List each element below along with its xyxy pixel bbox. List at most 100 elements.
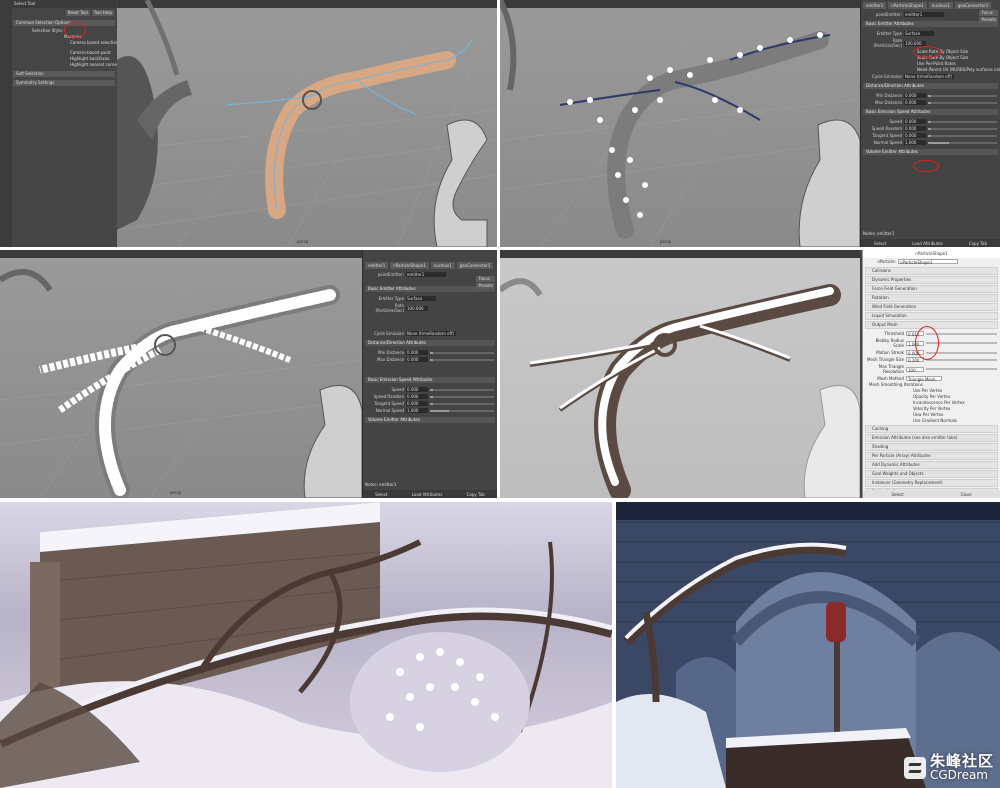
tab-nucleus1[interactable]: nucleus1 <box>928 2 953 9</box>
max-distance-slider[interactable] <box>430 358 494 361</box>
emitter-type-dropdown[interactable]: Surface <box>406 296 436 301</box>
tab-emitter1[interactable]: emitter1 <box>863 2 887 9</box>
focus-button[interactable]: Focus <box>476 276 495 282</box>
point-emitter-field[interactable]: emitter1 <box>406 272 446 277</box>
node-field[interactable]: nParticleShape1 <box>898 259 958 265</box>
normal-speed-field[interactable]: 1.000 <box>904 140 926 145</box>
nparticle-attribute-window: nParticleShape1 nParticle: nParticleShap… <box>862 250 1000 498</box>
section-volume-emitter[interactable]: Volume Emitter Attributes <box>365 417 495 423</box>
tab-nparticleshape1[interactable]: nParticleShape1 <box>390 262 429 269</box>
presets-button[interactable]: Presets <box>979 17 998 23</box>
cycle-emission-dropdown[interactable]: None (timeRandom off) <box>406 331 456 336</box>
section-item[interactable]: Add Dynamic Attributes <box>865 461 998 469</box>
min-distance-slider[interactable] <box>928 94 997 97</box>
speed-random-field[interactable]: 0.000 <box>904 126 926 131</box>
section-volume-emitter[interactable]: Volume Emitter Attributes <box>863 149 998 155</box>
normal-speed-slider[interactable] <box>430 409 494 412</box>
point-emitter-field[interactable]: emitter1 <box>904 12 944 17</box>
highlight-nearest-corners[interactable]: Highlight nearest corners <box>12 62 121 68</box>
speed-slider[interactable] <box>928 120 997 123</box>
focus-button[interactable]: Focus <box>979 10 998 16</box>
tab-emitter1[interactable]: emitter1 <box>365 262 389 269</box>
tab-geoconnector1[interactable]: geoConnector1 <box>954 2 992 9</box>
copy-tab-button[interactable]: Copy Tab <box>969 241 987 246</box>
min-distance-slider[interactable] <box>430 351 494 354</box>
section-item[interactable]: Dynamic Properties <box>865 276 998 284</box>
tab-geoconnector1[interactable]: geoConnector1 <box>456 262 494 269</box>
section-soft-selection[interactable]: Soft Selection <box>13 71 115 77</box>
speed-field[interactable]: 0.000 <box>904 119 926 124</box>
max-distance-slider[interactable] <box>928 101 997 104</box>
min-distance-field[interactable]: 0.000 <box>904 93 926 98</box>
output-mesh-slider[interactable] <box>926 358 997 361</box>
section-item[interactable]: Collisions <box>865 267 998 275</box>
min-distance-row: Min Distance 0.000 <box>861 92 1000 99</box>
camera-based-selection[interactable]: Camera based selection <box>12 40 118 46</box>
section-item[interactable]: Wind Field Generation <box>865 303 998 311</box>
section-basic-emitter[interactable]: Basic Emitter Attributes <box>863 21 998 27</box>
section-distance-direction[interactable]: Distance/Direction Attributes <box>365 340 495 346</box>
tool-help-button[interactable]: Tool Help <box>91 10 114 16</box>
attribute-editor: emitter1 nParticleShape1 nucleus1 geoCon… <box>860 0 1000 247</box>
section-item[interactable]: Instancer (Geometry Replacement) <box>865 479 998 487</box>
section-item[interactable]: Shading <box>865 443 998 451</box>
view-label: persp <box>297 239 309 244</box>
section-emission-speed[interactable]: Basic Emission Speed Attributes <box>863 109 998 115</box>
load-attributes-button[interactable]: Load Attributes <box>412 492 443 497</box>
max-distance-field[interactable]: 0.000 <box>406 357 428 362</box>
select-button[interactable]: Select <box>375 492 387 497</box>
speed-slider[interactable] <box>430 388 494 391</box>
rate-field[interactable]: 100.000 <box>904 40 926 46</box>
speed-field[interactable]: 0.000 <box>406 387 428 392</box>
presets-button[interactable]: Presets <box>476 283 495 289</box>
tab-nparticleshape1[interactable]: nParticleShape1 <box>888 2 927 9</box>
section-common-selection[interactable]: Common Selection Options <box>13 20 115 26</box>
select-button[interactable]: Select <box>891 492 903 497</box>
view-label: persp <box>170 490 182 495</box>
tangent-speed-field[interactable]: 0.000 <box>406 401 428 406</box>
tangent-speed-slider[interactable] <box>430 402 494 405</box>
output-mesh-slider[interactable] <box>926 368 997 370</box>
annotation-circle <box>915 326 939 360</box>
speed-random-slider[interactable] <box>928 127 997 130</box>
section-item[interactable]: Force Field Generation <box>865 285 998 293</box>
normal-speed-slider[interactable] <box>928 141 997 144</box>
speed-random-field[interactable]: 0.000 <box>406 394 428 399</box>
speed-random-slider[interactable] <box>430 395 494 398</box>
section-item[interactable]: Caching <box>865 425 998 433</box>
section-distance-direction[interactable]: Distance/Direction Attributes <box>863 83 998 89</box>
section-item[interactable]: Goal Weights and Objects <box>865 470 998 478</box>
min-distance-field[interactable]: 0.000 <box>406 350 428 355</box>
tangent-speed-row: Tangent Speed 0.000 <box>861 132 1000 139</box>
attribute-bottom-buttons: Select Load Attributes Copy Tab <box>363 490 497 498</box>
section-symmetry[interactable]: Symmetry Settings <box>13 80 115 86</box>
select-button[interactable]: Select <box>874 241 886 246</box>
output-mesh-label: Max Triangle Resolution <box>878 364 904 374</box>
output-mesh-field[interactable]: 100 <box>906 366 924 373</box>
section-item[interactable]: Emission Attributes (see also emitter ta… <box>865 434 998 442</box>
normal-speed-field[interactable]: 1.000 <box>406 408 428 413</box>
copy-tab-button[interactable]: Copy Tab <box>467 492 485 497</box>
max-distance-label: Max Distance <box>874 100 902 105</box>
tangent-speed-slider[interactable] <box>928 134 997 137</box>
reset-tool-button[interactable]: Reset Tool <box>65 10 90 16</box>
max-distance-field[interactable]: 0.000 <box>904 100 926 105</box>
output-checkbox[interactable]: Use Gradient Normals <box>863 418 1000 424</box>
section-emission-speed[interactable]: Basic Emission Speed Attributes <box>365 377 495 383</box>
section-item[interactable]: Per Particle (Array) Attributes <box>865 452 998 460</box>
emitter-type-dropdown[interactable]: Surface <box>904 31 934 36</box>
output-mesh-row: Max Triangle Resolution 100 <box>863 363 1000 375</box>
tangent-speed-field[interactable]: 0.000 <box>904 133 926 138</box>
cycle-emission-dropdown[interactable]: None (timeRandom off) <box>904 74 954 79</box>
mesh-method-dropdown[interactable]: Triangle Mesh <box>906 376 942 382</box>
maya-panel-select-tool: Select Tool Reset Tool Tool Help Common … <box>0 0 497 247</box>
rate-field[interactable]: 100.000 <box>406 305 428 311</box>
load-attributes-button[interactable]: Load Attributes <box>912 241 943 246</box>
tab-nucleus1[interactable]: nucleus1 <box>430 262 455 269</box>
min-distance-row: Min Distance 0.000 <box>363 349 497 356</box>
section-item[interactable]: Rotation <box>865 294 998 302</box>
section-item[interactable]: Liquid Simulation <box>865 312 998 320</box>
render-image <box>0 502 612 788</box>
mesh-method-label: Mesh Method <box>877 376 904 381</box>
close-button[interactable]: Close <box>961 492 972 497</box>
